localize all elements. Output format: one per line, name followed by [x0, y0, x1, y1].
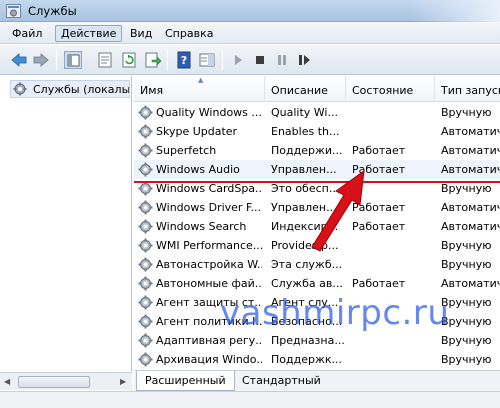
cell-name: Skype Updater — [156, 125, 238, 138]
cell-name: Windows Driver F... — [156, 201, 261, 214]
cell-desc: Предназна... — [271, 334, 345, 347]
table-row[interactable]: Архивация Windo... Поддержк... Вручную — [134, 350, 500, 369]
cell-start: Вручную — [441, 258, 492, 271]
cell-start: Вручную — [441, 106, 492, 119]
service-gear-icon — [138, 124, 153, 139]
scroll-left-icon[interactable]: ◀ — [4, 377, 10, 386]
service-gear-icon — [138, 314, 153, 329]
service-gear-icon — [138, 200, 153, 215]
column-header-name[interactable]: Имя — [134, 76, 265, 102]
cell-desc: Служба ав... — [271, 277, 343, 290]
refresh-icon[interactable] — [120, 51, 138, 69]
window-title: Службы — [28, 4, 77, 18]
list-header: ▲ Имя Описание Состояние Тип запуска — [134, 76, 500, 102]
cell-start: Вручную — [441, 296, 492, 309]
service-gear-icon — [138, 295, 153, 310]
services-app-icon — [6, 4, 21, 18]
cell-start: Вручную — [441, 315, 492, 328]
table-row[interactable]: Автонастройка W... Эта служб... Вручную — [134, 255, 500, 274]
service-gear-icon — [138, 276, 153, 291]
cell-start: Вручную — [441, 182, 492, 195]
scroll-right-icon[interactable]: ▶ — [120, 377, 126, 386]
status-bar — [0, 391, 500, 408]
service-gear-icon — [138, 352, 153, 367]
svg-text:?: ? — [181, 54, 187, 67]
column-header-startup-type[interactable]: Тип запуска — [435, 76, 500, 102]
tab-standard[interactable]: Стандартный — [234, 371, 329, 391]
show-hide-icon[interactable] — [198, 51, 216, 69]
cell-name: Автономные фай... — [156, 277, 262, 290]
watermark-text: vashmirpc.ru — [220, 293, 450, 333]
help-icon[interactable]: ? — [175, 51, 193, 69]
menu-view[interactable]: Вид — [124, 25, 158, 42]
toolbar: ? — [0, 45, 500, 75]
pause-icon[interactable] — [273, 51, 291, 69]
title-bar: Службы — [0, 0, 500, 22]
cell-desc: Quality Wi... — [271, 106, 338, 119]
service-gear-icon — [138, 105, 153, 120]
service-gear-icon — [138, 181, 153, 196]
cell-start: Вручную — [441, 239, 492, 252]
service-gear-icon — [138, 162, 153, 177]
column-header-description[interactable]: Описание — [265, 76, 346, 102]
cell-name: Quality Windows ... — [156, 106, 262, 119]
cell-name: Адаптивная регу... — [156, 334, 262, 347]
service-gear-icon — [138, 143, 153, 158]
tree-horizontal-scrollbar[interactable]: ◀ ▶ — [0, 372, 132, 390]
cell-start: Автоматич — [441, 277, 500, 290]
table-row[interactable]: Skype Updater Enables th... Автоматич — [134, 122, 500, 141]
cell-desc: Поддержи... — [271, 144, 343, 157]
console-tree: Службы (локалы ◀ ▶ — [0, 76, 132, 391]
service-gear-icon — [138, 257, 153, 272]
red-arrow-annotation — [311, 169, 365, 252]
menu-help[interactable]: Справка — [159, 25, 219, 42]
cell-start: Автоматич — [441, 201, 500, 214]
cell-state: Работает — [352, 144, 406, 157]
cell-name: WMI Performance... — [156, 239, 262, 252]
cell-start: Вручную — [441, 334, 492, 347]
table-row[interactable]: Автономные фай... Служба ав... Работает Авт… — [134, 274, 500, 293]
cell-name: Windows Audio — [156, 163, 240, 176]
cell-desc: Поддержк... — [271, 353, 343, 366]
tree-item-services-local[interactable]: Службы (локалы — [10, 80, 130, 98]
play-icon[interactable] — [229, 51, 247, 69]
tree-item-label: Службы (локалы — [33, 83, 129, 96]
view-tabs: Расширенный Стандартный — [134, 370, 500, 391]
table-row[interactable]: Адаптивная регу... Предназна... Вручную — [134, 331, 500, 350]
forward-icon[interactable] — [32, 51, 50, 69]
restart-icon[interactable] — [295, 51, 313, 69]
export-icon[interactable] — [144, 51, 162, 69]
cell-state: Работает — [352, 277, 406, 290]
back-icon[interactable] — [10, 51, 28, 69]
cell-desc: Эта служб... — [271, 258, 343, 271]
service-gear-icon — [138, 238, 153, 253]
menu-file[interactable]: Файл — [6, 25, 48, 42]
scrollbar-thumb[interactable] — [18, 376, 90, 388]
menu-bar: Файл Действие Вид Справка — [0, 22, 500, 44]
properties-icon[interactable] — [96, 51, 114, 69]
cell-start: Автоматич — [441, 125, 500, 138]
cell-desc: Enables th... — [271, 125, 340, 138]
console-tree-icon[interactable] — [64, 51, 82, 69]
cell-name: Windows Search — [156, 220, 247, 233]
cell-name: Windows CardSpa... — [156, 182, 262, 195]
column-header-status[interactable]: Состояние — [346, 76, 435, 102]
service-gear-icon — [138, 333, 153, 348]
cell-start: Автоматич — [441, 163, 500, 176]
cell-start: Автоматич — [441, 144, 500, 157]
services-gear-icon — [13, 82, 27, 96]
tab-extended[interactable]: Расширенный — [136, 371, 235, 391]
service-gear-icon — [138, 219, 153, 234]
menu-action[interactable]: Действие — [55, 25, 123, 42]
cell-start: Автоматич — [441, 220, 500, 233]
table-row[interactable]: Superfetch Поддержи... Работает Автоматич — [134, 141, 500, 160]
cell-start: Вручную — [441, 353, 492, 366]
cell-name: Архивация Windo... — [156, 353, 262, 366]
cell-name: Автонастройка W... — [156, 258, 262, 271]
table-row[interactable]: Quality Windows ... Quality Wi... Вручную — [134, 103, 500, 122]
stop-icon[interactable] — [251, 51, 269, 69]
cell-name: Superfetch — [156, 144, 217, 157]
